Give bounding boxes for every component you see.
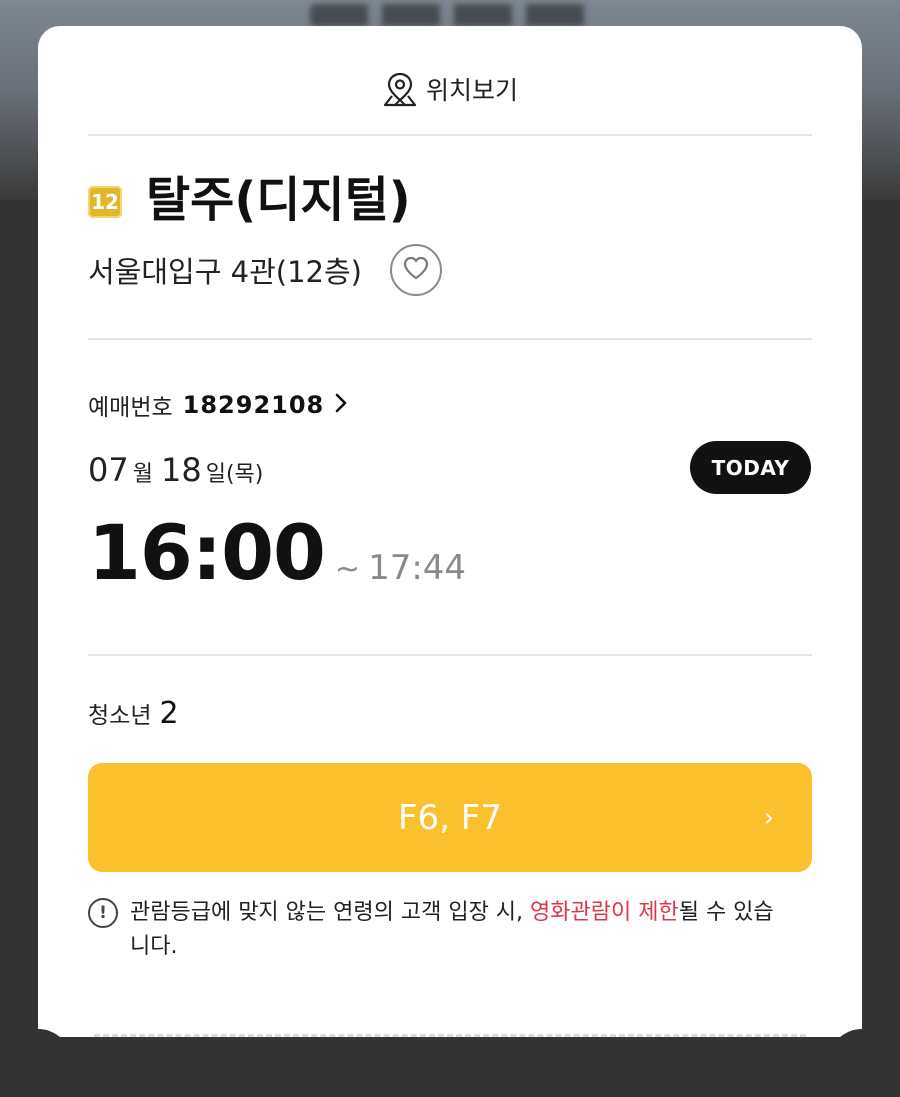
date-day-unit: 일 [205,462,226,487]
theater-name: 서울대입구 4관(12층) [88,255,362,289]
notice-text: 관람등급에 맞지 않는 연령의 고객 입장 시, 영화관람이 제한될 수 있습니… [130,896,790,964]
notice-text-highlight: 영화관람이 제한 [530,900,679,925]
age-restriction-notice: ! 관람등급에 맞지 않는 연령의 고객 입장 시, 영화관람이 제한될 수 있… [88,896,812,964]
date-month-unit: 월 [132,462,153,487]
show-date: 07 월 18 일 (목) [88,451,263,489]
time-separator: ~ [334,552,361,587]
favorite-theater-button[interactable] [390,244,442,296]
end-time: 17:44 [368,548,467,588]
background-blurred-title [310,4,590,26]
ticket-notch-right [828,1029,896,1097]
audience-info: 청소년 2 [88,696,179,731]
audience-type: 청소년 [88,703,152,729]
seat-info-button[interactable]: F6, F7 › [88,763,812,872]
booking-number-label: 예매번호 [88,395,173,421]
divider-bottom [88,654,812,656]
booking-number-value: 18292108 [182,391,325,419]
booking-number-link[interactable]: 예매번호 18292108 [88,388,348,422]
view-location-link[interactable]: 위치보기 [38,70,862,108]
date-weekday: (목) [225,462,264,487]
showtime: 16:00 ~ 17:44 [88,508,466,597]
ticket-notch-left [4,1029,72,1097]
divider-middle [88,338,812,340]
chevron-right-icon: › [763,802,774,833]
today-badge: TODAY [690,441,811,494]
seat-numbers: F6, F7 [398,797,502,838]
chevron-right-icon [334,392,348,418]
ticket-card: 위치보기 12 탈주(디지털) 서울대입구 4관(12층) 예매번호 18292… [4,26,896,1097]
date-month: 07 [88,451,129,489]
movie-title: 탈주(디지털) [146,172,411,228]
view-location-label: 위치보기 [425,76,518,105]
notice-text-before: 관람등급에 맞지 않는 연령의 고객 입장 시, [130,900,531,925]
map-pin-icon [382,70,418,108]
divider-top [88,134,812,136]
exclamation-circle-icon: ! [88,898,118,928]
start-time: 16:00 [88,508,326,597]
heart-icon [402,255,430,285]
date-day: 18 [160,451,202,489]
audience-count: 2 [159,696,179,731]
age-rating-badge: 12 [88,186,122,218]
